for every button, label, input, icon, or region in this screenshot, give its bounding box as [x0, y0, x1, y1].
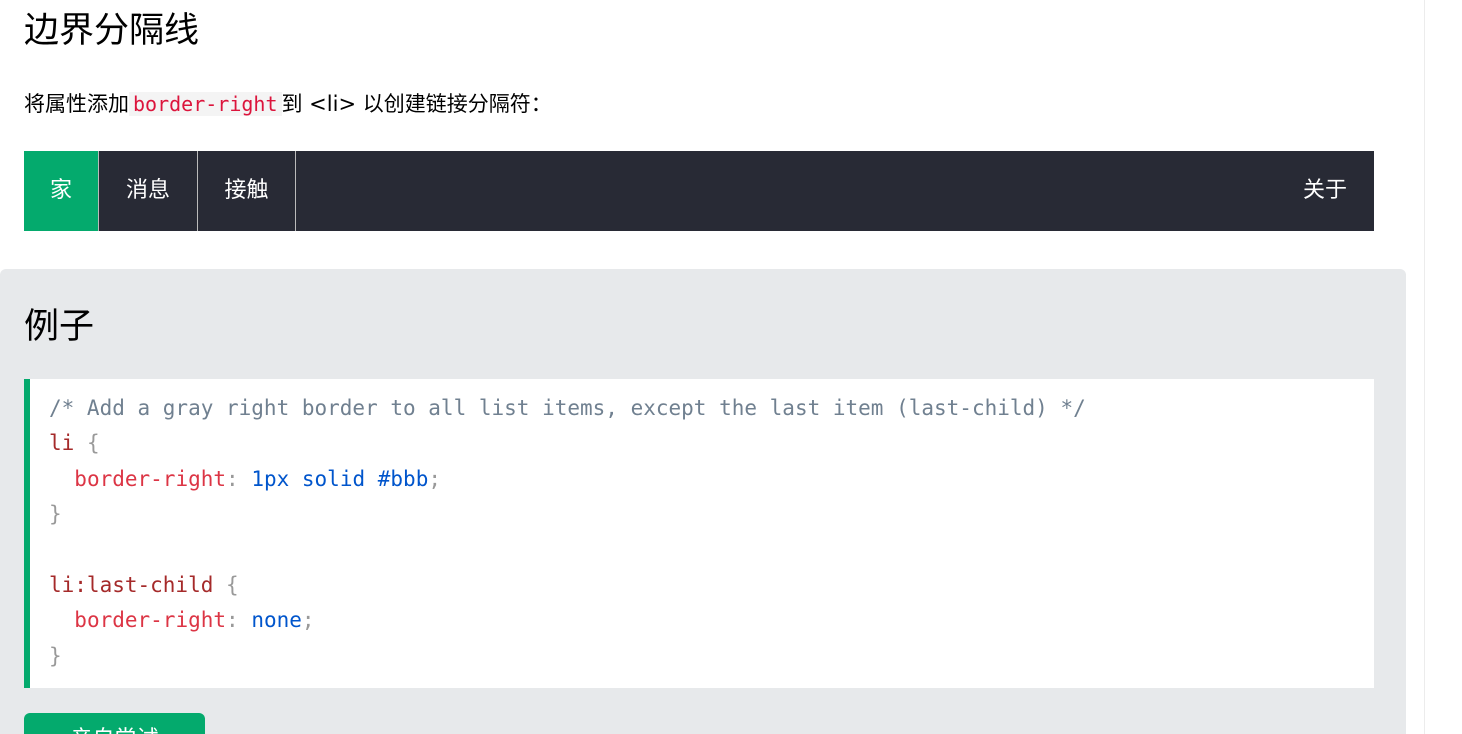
inline-code: border-right — [129, 92, 282, 116]
code-value: 1px solid #bbb — [251, 466, 429, 491]
code-value: none — [251, 608, 302, 633]
nav-item-about[interactable]: 关于 — [1276, 151, 1374, 231]
example-title: 例子 — [24, 307, 95, 347]
code-brace: { — [226, 572, 239, 597]
intro-suffix: 到 <li> 以创建链接分隔符： — [281, 92, 552, 116]
page: 边界分隔线 将属性添加 border-right 到 <li> 以创建链接分隔符： … — [0, 0, 1462, 734]
code-selector: li:last-child — [49, 572, 214, 597]
code-line: li { — [49, 426, 1374, 461]
code-brace: } — [49, 643, 62, 668]
code-line: } — [49, 639, 1374, 674]
code-brace: { — [86, 431, 100, 456]
code-semicolon: ; — [428, 466, 441, 491]
code-semicolon: ; — [301, 608, 315, 633]
nav-item-label: 关于 — [1302, 178, 1347, 203]
demo-navbar: 家 消息 接触 关于 — [24, 151, 1374, 231]
code-line: /* Add a gray right border to all list i… — [49, 391, 1374, 426]
code-line: } — [49, 497, 1374, 532]
code-colon: : — [226, 466, 239, 491]
code-property: border-right — [74, 608, 227, 633]
code-comment: /* Add a gray right border to all list i… — [49, 396, 1086, 420]
code-selector: li — [49, 431, 75, 456]
nav-item-label: 消息 — [125, 178, 170, 203]
code-line: li:last-child { — [49, 568, 1374, 603]
page-title: 边界分隔线 — [24, 11, 200, 51]
code-property: border-right — [74, 466, 227, 491]
code-block: /* Add a gray right border to all list i… — [24, 379, 1374, 688]
page-divider — [1424, 0, 1425, 734]
code-colon: : — [226, 608, 239, 633]
code-line: border-right: none; — [49, 603, 1374, 638]
intro-prefix: 将属性添加 — [24, 92, 129, 116]
nav-item-label: 接触 — [224, 178, 269, 203]
intro-text: 将属性添加 border-right 到 <li> 以创建链接分隔符： — [24, 88, 552, 120]
nav-item-news[interactable]: 消息 — [99, 151, 198, 231]
try-it-button[interactable]: 亲自尝试 — [24, 713, 205, 734]
code-line: border-right: 1px solid #bbb; — [49, 462, 1374, 497]
code-brace: } — [49, 502, 62, 527]
nav-item-contact[interactable]: 接触 — [198, 151, 296, 231]
nav-item-label: 家 — [49, 178, 72, 203]
nav-item-home[interactable]: 家 — [24, 151, 99, 231]
example-panel: 例子 /* Add a gray right border to all lis… — [0, 269, 1406, 734]
